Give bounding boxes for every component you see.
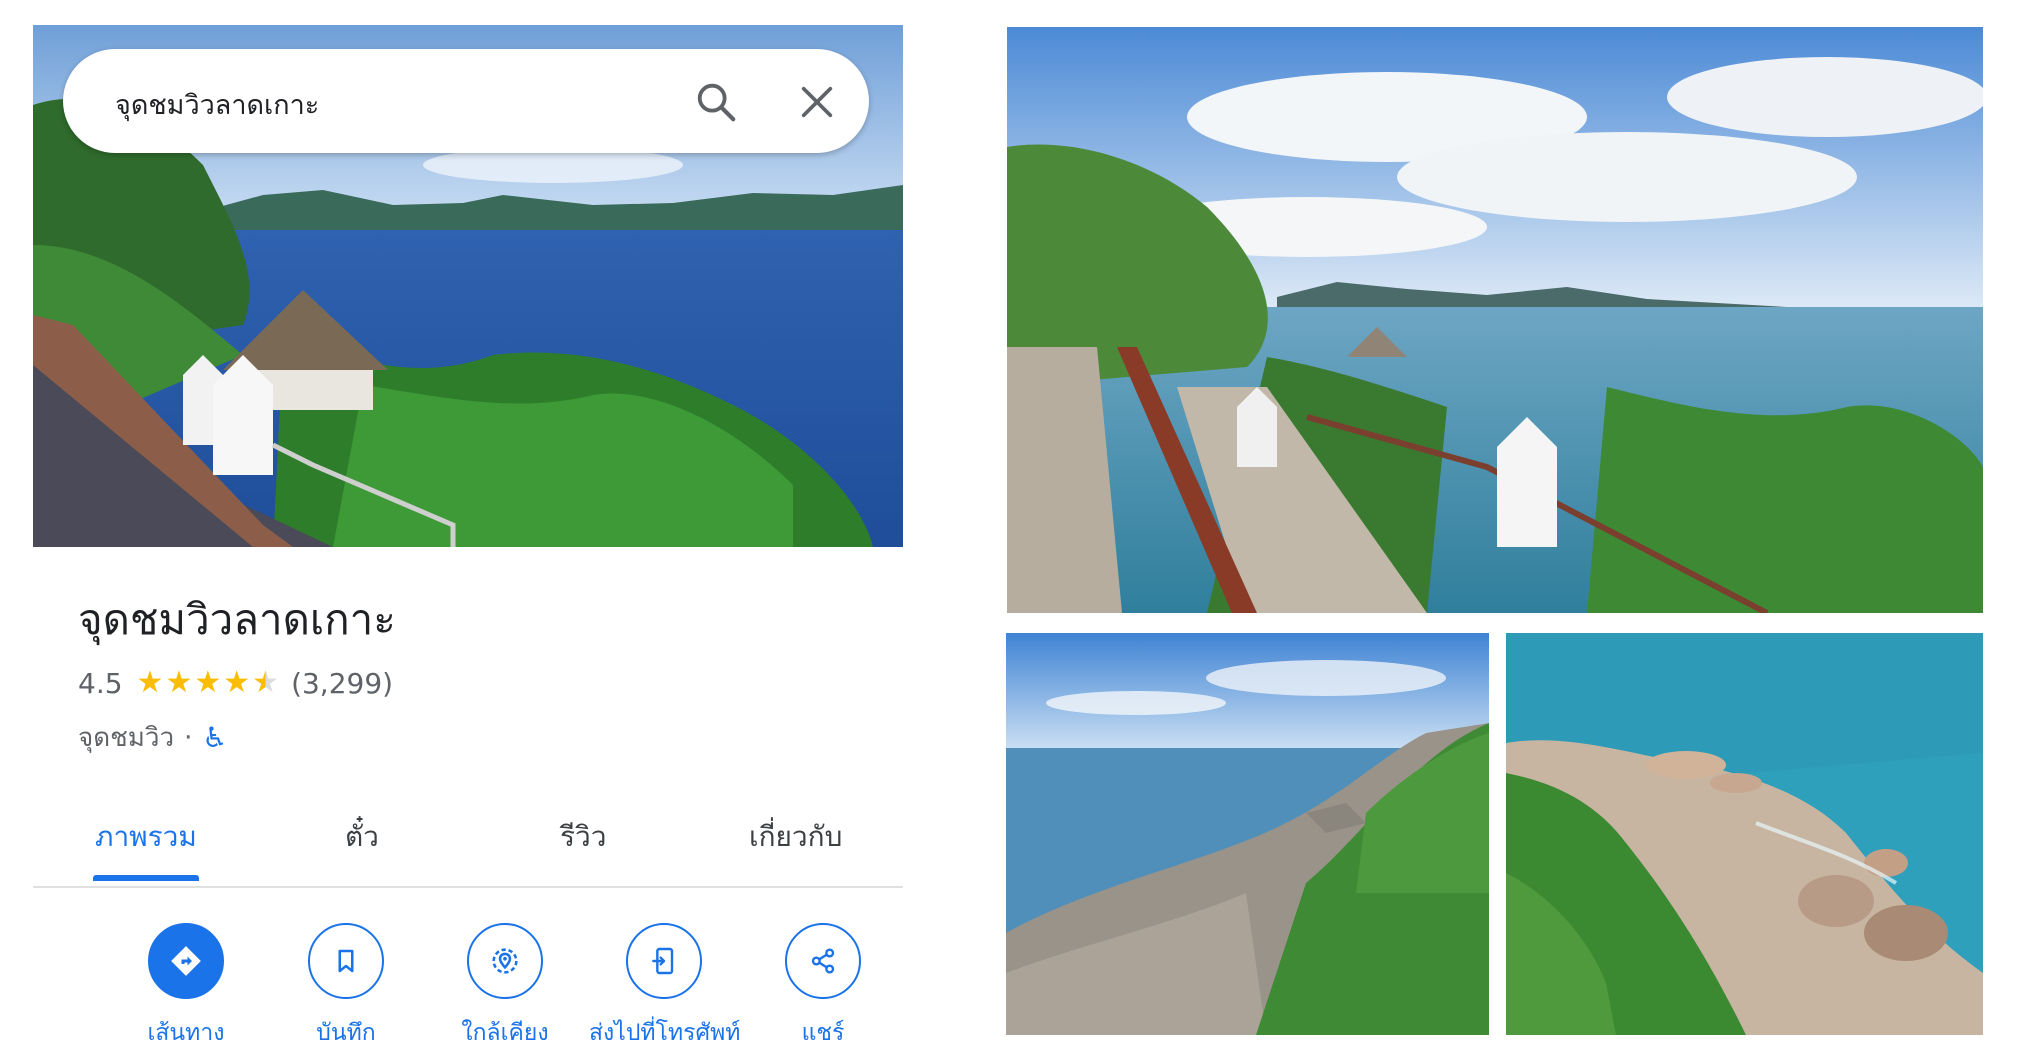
search-input[interactable]: จุดชมวิวลาดเกาะ [115,83,319,126]
send-to-phone-icon[interactable] [626,923,702,999]
directions-button[interactable]: เส้นทาง [111,895,261,1040]
nearby-button[interactable]: ใกล้เคียง [430,895,580,1040]
share-icon[interactable] [785,923,861,999]
share-label: แชร์ [801,1020,845,1040]
place-title: จุดชมวิวลาดเกาะ [78,595,396,644]
photo-turquoise-sea[interactable] [1506,633,1983,1035]
star-icon: ★ [194,665,222,700]
star-icon: ★ [223,665,251,700]
share-button[interactable]: แชร์ [748,895,898,1040]
separator: · [184,722,193,753]
photo-walkway[interactable] [1007,27,1983,613]
search-bar[interactable]: จุดชมวิวลาดเกาะ [63,49,869,153]
send-to-phone-label: ส่งไปที่โทรศัพท์ [589,1020,741,1040]
category-row: จุดชมวิว · ♿ [78,717,227,758]
tab-tickets[interactable]: ตั๋ว [345,815,379,859]
tab-reviews[interactable]: รีวิว [560,815,606,859]
rating-row[interactable]: 4.5 ★ ★ ★ ★ ★ (3,299) [78,665,393,701]
nearby-icon[interactable] [467,923,543,999]
photo-rocky-coast[interactable] [1006,633,1489,1035]
half-star-icon: ★ [252,665,280,700]
tab-bar: ภาพรวม ตั๋ว รีวิว เกี่ยวกับ [33,795,903,887]
divider [33,886,903,888]
tab-overview[interactable]: ภาพรวม [95,815,197,859]
active-tab-indicator [93,875,199,881]
category-label[interactable]: จุดชมวิว [78,717,174,758]
review-count[interactable]: (3,299) [291,667,393,700]
star-icon: ★ [165,665,193,700]
star-rating: ★ ★ ★ ★ ★ [137,668,282,698]
star-icon: ★ [136,665,164,700]
send-to-phone-button[interactable]: ส่งไปที่โทรศัพท์ [589,895,741,1040]
save-button[interactable]: บันทึก [271,895,421,1040]
search-icon[interactable] [693,79,739,125]
nearby-label: ใกล้เคียง [461,1020,549,1040]
bookmark-icon[interactable] [308,923,384,999]
place-panel: จุดชมวิวลาดเกาะ จุดชมวิวลาดเกาะ 4.5 ★ ★ … [33,25,903,1040]
wheelchair-icon[interactable]: ♿ [202,721,227,754]
directions-icon[interactable] [148,923,224,999]
save-label: บันทึก [316,1020,376,1040]
directions-label: เส้นทาง [147,1020,225,1040]
tab-about[interactable]: เกี่ยวกับ [749,815,842,859]
close-icon[interactable] [797,82,837,122]
rating-value: 4.5 [78,666,123,700]
